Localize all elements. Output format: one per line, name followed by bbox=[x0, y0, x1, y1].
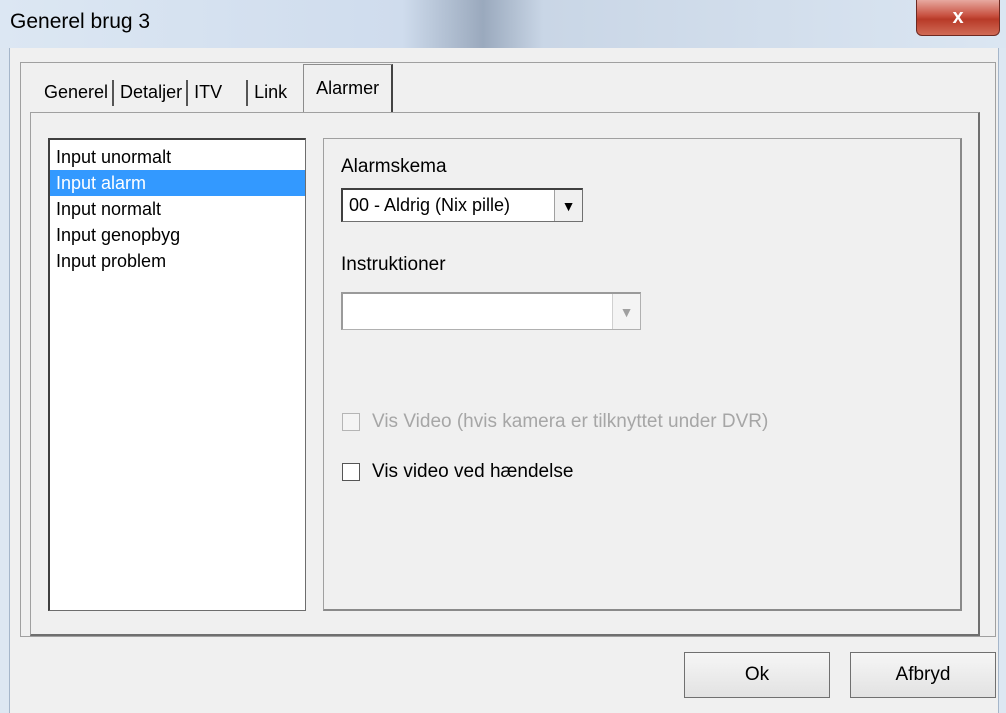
chevron-down-icon[interactable]: ▼ bbox=[612, 294, 640, 329]
title-bar: Generel brug 3 x bbox=[0, 0, 1006, 48]
window-frame-left bbox=[0, 48, 10, 713]
close-button[interactable]: x bbox=[916, 0, 1000, 36]
close-icon: x bbox=[952, 6, 964, 28]
list-item-input-genopbyg[interactable]: Input genopbyg bbox=[50, 222, 305, 248]
tab-alarmer[interactable]: Alarmer bbox=[303, 64, 394, 112]
window-title: Generel brug 3 bbox=[10, 10, 151, 33]
ok-button[interactable]: Ok bbox=[684, 652, 830, 698]
instruktioner-label: Instruktioner bbox=[341, 254, 446, 275]
vis-video-checkbox[interactable] bbox=[342, 413, 360, 431]
cancel-button[interactable]: Afbryd bbox=[850, 652, 996, 698]
list-item-input-alarm[interactable]: Input alarm bbox=[50, 170, 305, 196]
window-frame-right bbox=[998, 48, 1006, 713]
list-item-input-problem[interactable]: Input problem bbox=[50, 248, 305, 274]
list-item-input-unormalt[interactable]: Input unormalt bbox=[50, 144, 305, 170]
tab-itv[interactable]: ITV bbox=[188, 72, 249, 112]
vis-video-event-label: Vis video ved hændelse bbox=[372, 461, 574, 482]
tab-detaljer[interactable]: Detaljer bbox=[114, 72, 189, 112]
event-listbox[interactable]: Input unormalt Input alarm Input normalt… bbox=[48, 138, 306, 611]
tab-link[interactable]: Link bbox=[248, 72, 303, 112]
chevron-down-icon[interactable]: ▼ bbox=[554, 190, 582, 221]
vis-video-event-checkbox[interactable] bbox=[342, 463, 360, 481]
alarmskema-select[interactable]: 00 - Aldrig (Nix pille) ▼ bbox=[341, 188, 583, 222]
alarmskema-label: Alarmskema bbox=[341, 156, 447, 177]
tab-strip: Generel Detaljer ITV Link Alarmer bbox=[38, 64, 394, 112]
vis-video-label: Vis Video (hvis kamera er tilknyttet und… bbox=[372, 411, 769, 432]
instruktioner-select[interactable]: ▼ bbox=[341, 292, 641, 330]
list-item-input-normalt[interactable]: Input normalt bbox=[50, 196, 305, 222]
tab-generel[interactable]: Generel bbox=[38, 72, 115, 112]
alarmskema-value: 00 - Aldrig (Nix pille) bbox=[349, 195, 511, 215]
